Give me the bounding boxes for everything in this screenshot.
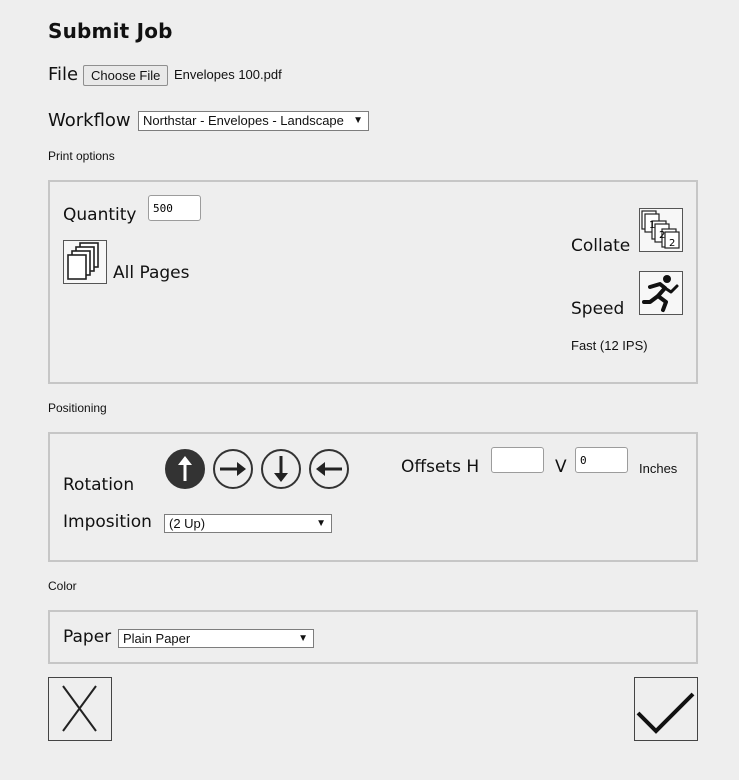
imposition-select[interactable]: (2 Up) ▼ xyxy=(164,514,332,533)
arrow-left-icon xyxy=(316,462,342,476)
collate-label: Collate xyxy=(571,236,631,256)
rotate-down-button[interactable] xyxy=(261,449,301,489)
chevron-down-icon: ▼ xyxy=(353,115,363,126)
svg-text:2: 2 xyxy=(669,238,675,249)
speed-runner-icon[interactable] xyxy=(639,271,683,315)
offset-v-label: V xyxy=(555,457,567,477)
collate-icon[interactable]: 1 2 2 xyxy=(639,208,683,252)
offsets-h-label: Offsets H xyxy=(401,457,480,477)
imposition-select-value: (2 Up) xyxy=(169,516,206,531)
print-options-heading: Print options xyxy=(48,149,115,163)
all-pages-label: All Pages xyxy=(113,263,190,283)
arrow-up-icon xyxy=(178,456,192,481)
chevron-down-icon: ▼ xyxy=(316,518,326,529)
choose-file-button[interactable]: Choose File xyxy=(83,65,169,86)
confirm-button[interactable] xyxy=(634,677,698,741)
file-label: File xyxy=(48,64,79,85)
svg-text:1: 1 xyxy=(649,220,655,231)
rotate-up-button[interactable] xyxy=(165,449,205,489)
units-label: Inches xyxy=(639,461,678,476)
rotation-label: Rotation xyxy=(63,475,135,495)
positioning-heading: Positioning xyxy=(48,401,107,415)
rotate-left-button[interactable] xyxy=(309,449,349,489)
page-title: Submit Job xyxy=(48,19,173,43)
workflow-select-value: Northstar - Envelopes - Landscape xyxy=(143,113,344,128)
workflow-select[interactable]: Northstar - Envelopes - Landscape ▼ xyxy=(138,111,369,131)
speed-value: Fast (12 IPS) xyxy=(571,338,648,353)
pages-stack-icon[interactable] xyxy=(63,240,107,284)
cancel-button[interactable] xyxy=(48,677,112,741)
offset-v-input[interactable] xyxy=(575,447,628,473)
color-heading: Color xyxy=(48,579,77,593)
chevron-down-icon: ▼ xyxy=(298,633,308,644)
speed-label: Speed xyxy=(571,299,625,319)
rotate-right-button[interactable] xyxy=(213,449,253,489)
offset-h-input[interactable] xyxy=(491,447,544,473)
checkmark-icon xyxy=(636,692,695,734)
file-name: Envelopes 100.pdf xyxy=(174,67,282,82)
arrow-right-icon xyxy=(220,462,246,476)
paper-select-value: Plain Paper xyxy=(123,631,191,646)
svg-text:2: 2 xyxy=(659,230,665,241)
paper-select[interactable]: Plain Paper ▼ xyxy=(118,629,314,648)
arrow-down-icon xyxy=(274,456,288,482)
imposition-label: Imposition xyxy=(63,512,152,532)
workflow-label: Workflow xyxy=(48,110,131,131)
quantity-label: Quantity xyxy=(63,205,137,225)
quantity-input[interactable] xyxy=(148,195,201,221)
close-x-icon xyxy=(62,685,97,732)
paper-label: Paper xyxy=(63,627,112,647)
